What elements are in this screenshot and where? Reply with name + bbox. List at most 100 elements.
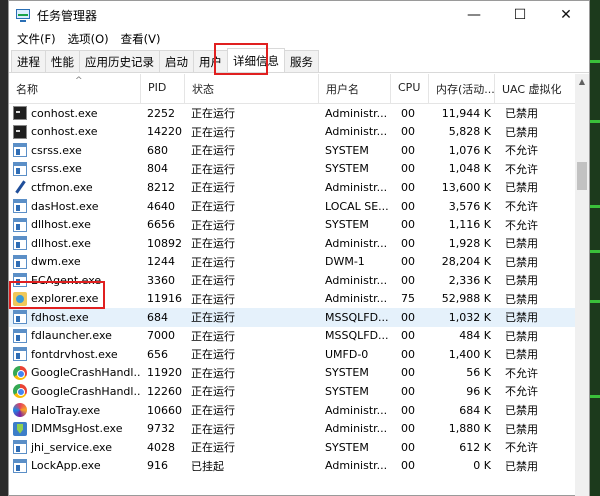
- scroll-up-icon[interactable]: ▲: [575, 74, 589, 88]
- process-row[interactable]: LockApp.exe 916 已挂起 Administr... 00 0 K 已禁用: [9, 456, 575, 475]
- tab-performance[interactable]: 性能: [45, 50, 80, 72]
- process-name-cell: fdhost.exe: [9, 310, 141, 325]
- process-name-cell: fontdrvhost.exe: [9, 347, 141, 362]
- app-icon: [13, 328, 27, 343]
- process-row[interactable]: dwm.exe 1244 正在运行 DWM-1 00 28,204 K 已禁用: [9, 252, 575, 271]
- process-row[interactable]: GoogleCrashHandl... 12260 正在运行 SYSTEM 00 96 K…: [9, 382, 575, 401]
- process-pid: 7000: [147, 329, 175, 343]
- process-memory: 1,032 K: [448, 310, 491, 324]
- column-header-pid[interactable]: PID: [141, 74, 185, 104]
- process-status: 正在运行: [191, 162, 235, 176]
- app-icon: [13, 161, 27, 176]
- maximize-button[interactable]: ☐: [497, 1, 543, 29]
- process-uac: 不允许: [505, 218, 538, 232]
- menu-bar: 文件(F) 选项(O) 查看(V): [9, 29, 589, 49]
- app-icon: [13, 440, 27, 455]
- minimize-button[interactable]: —: [451, 1, 497, 29]
- process-name: ctfmon.exe: [31, 180, 93, 194]
- process-uac: 已禁用: [505, 125, 538, 139]
- process-row[interactable]: ctfmon.exe 8212 正在运行 Administr... 00 13,600 K…: [9, 178, 575, 197]
- process-status: 正在运行: [191, 385, 235, 399]
- process-pid: 656: [147, 347, 168, 361]
- menu-view[interactable]: 查看(V): [115, 31, 167, 47]
- process-row[interactable]: csrss.exe 680 正在运行 SYSTEM 00 1,076 K 不允许: [9, 141, 575, 160]
- app-icon: [13, 310, 27, 325]
- desktop-background-right: [590, 0, 600, 496]
- process-name-cell: dllhost.exe: [9, 236, 141, 251]
- process-uac: 已禁用: [505, 274, 538, 288]
- process-uac: 已禁用: [505, 404, 538, 418]
- column-header-cpu[interactable]: CPU: [391, 74, 429, 104]
- process-user: SYSTEM: [325, 384, 369, 398]
- table-header: ^ 名称 PID 状态 用户名 CPU 内存(活动... UAC 虚拟化: [9, 74, 575, 104]
- process-row[interactable]: dllhost.exe 6656 正在运行 SYSTEM 00 1,116 K 不允许: [9, 215, 575, 234]
- process-name-cell: dllhost.exe: [9, 217, 141, 232]
- process-memory: 2,336 K: [448, 273, 491, 287]
- process-cpu: 00: [401, 143, 415, 157]
- process-row[interactable]: fontdrvhost.exe 656 正在运行 UMFD-0 00 1,400 K 已禁用: [9, 345, 575, 364]
- process-status: 正在运行: [191, 218, 235, 232]
- details-table: ^ 名称 PID 状态 用户名 CPU 内存(活动... UAC 虚拟化 con…: [9, 74, 575, 496]
- process-row[interactable]: dasHost.exe 4640 正在运行 LOCAL SE... 00 3,576 K 不…: [9, 197, 575, 216]
- process-pid: 804: [147, 162, 168, 176]
- menu-options[interactable]: 选项(O): [62, 31, 115, 47]
- process-user: MSSQLFD...: [325, 329, 389, 343]
- process-name: fontdrvhost.exe: [31, 347, 118, 361]
- process-row[interactable]: jhi_service.exe 4028 正在运行 SYSTEM 00 612 K 不允许: [9, 438, 575, 457]
- process-uac: 已禁用: [505, 181, 538, 195]
- process-uac: 已禁用: [505, 311, 538, 325]
- scroll-thumb[interactable]: [577, 162, 587, 190]
- tab-users[interactable]: 用户: [193, 50, 228, 72]
- process-name: conhost.exe: [31, 125, 98, 139]
- process-memory: 1,048 K: [448, 162, 491, 176]
- process-cpu: 00: [401, 106, 415, 120]
- process-row[interactable]: dllhost.exe 10892 正在运行 Administr... 00 1,928 …: [9, 234, 575, 253]
- process-status: 正在运行: [191, 181, 235, 195]
- column-header-status[interactable]: 状态: [185, 74, 319, 104]
- process-row[interactable]: HaloTray.exe 10660 正在运行 Administr... 00 684 K…: [9, 401, 575, 420]
- process-pid: 8212: [147, 180, 175, 194]
- tab-details[interactable]: 详细信息: [227, 48, 285, 72]
- process-row[interactable]: explorer.exe 11916 正在运行 Administr... 75 52,98…: [9, 289, 575, 308]
- process-cpu: 00: [401, 199, 415, 213]
- process-row[interactable]: csrss.exe 804 正在运行 SYSTEM 00 1,048 K 不允许: [9, 160, 575, 179]
- process-uac: 不允许: [505, 385, 538, 399]
- process-status: 正在运行: [191, 329, 235, 343]
- vertical-scrollbar[interactable]: ▲: [575, 74, 589, 496]
- column-header-uac[interactable]: UAC 虚拟化: [495, 74, 575, 104]
- process-pid: 1244: [147, 255, 175, 269]
- tab-services[interactable]: 服务: [284, 50, 319, 72]
- process-memory: 1,928 K: [448, 236, 491, 250]
- menu-file[interactable]: 文件(F): [11, 31, 62, 47]
- column-header-memory[interactable]: 内存(活动...: [429, 74, 495, 104]
- tab-app-history[interactable]: 应用历史记录: [79, 50, 160, 72]
- process-memory: 28,204 K: [441, 255, 491, 269]
- app-icon: [13, 143, 27, 158]
- process-name-cell: ECAgent.exe: [9, 273, 141, 288]
- process-memory: 1,400 K: [448, 347, 491, 361]
- process-row[interactable]: fdlauncher.exe 7000 正在运行 MSSQLFD... 00 484 K 已…: [9, 327, 575, 346]
- process-row[interactable]: GoogleCrashHandl... 11920 正在运行 SYSTEM 00 56 K…: [9, 364, 575, 383]
- process-cpu: 00: [401, 403, 415, 417]
- process-row[interactable]: conhost.exe 2252 正在运行 Administr... 00 11,944 …: [9, 104, 575, 123]
- process-row[interactable]: conhost.exe 14220 正在运行 Administr... 00 5,828 …: [9, 123, 575, 142]
- tab-startup[interactable]: 启动: [159, 50, 194, 72]
- tab-processes[interactable]: 进程: [11, 50, 46, 72]
- process-pid: 11916: [147, 292, 182, 306]
- process-row[interactable]: IDMMsgHost.exe 9732 正在运行 Administr... 00 1,88…: [9, 419, 575, 438]
- process-row[interactable]: fdhost.exe 684 正在运行 MSSQLFD... 00 1,032 K 已禁用: [9, 308, 575, 327]
- process-name-cell: HaloTray.exe: [9, 403, 141, 418]
- process-memory: 1,880 K: [448, 422, 491, 436]
- process-pid: 14220: [147, 125, 182, 139]
- column-header-user[interactable]: 用户名: [319, 74, 391, 104]
- process-row[interactable]: ECAgent.exe 3360 正在运行 Administr... 00 2,336 K…: [9, 271, 575, 290]
- process-name-cell: csrss.exe: [9, 161, 141, 176]
- process-pid: 4640: [147, 199, 175, 213]
- process-status: 正在运行: [191, 366, 235, 380]
- process-name: dwm.exe: [31, 255, 81, 269]
- process-memory: 0 K: [473, 459, 491, 473]
- process-memory: 13,600 K: [441, 180, 491, 194]
- process-uac: 已禁用: [505, 459, 538, 473]
- process-uac: 已禁用: [505, 329, 538, 343]
- close-button[interactable]: ✕: [543, 1, 589, 29]
